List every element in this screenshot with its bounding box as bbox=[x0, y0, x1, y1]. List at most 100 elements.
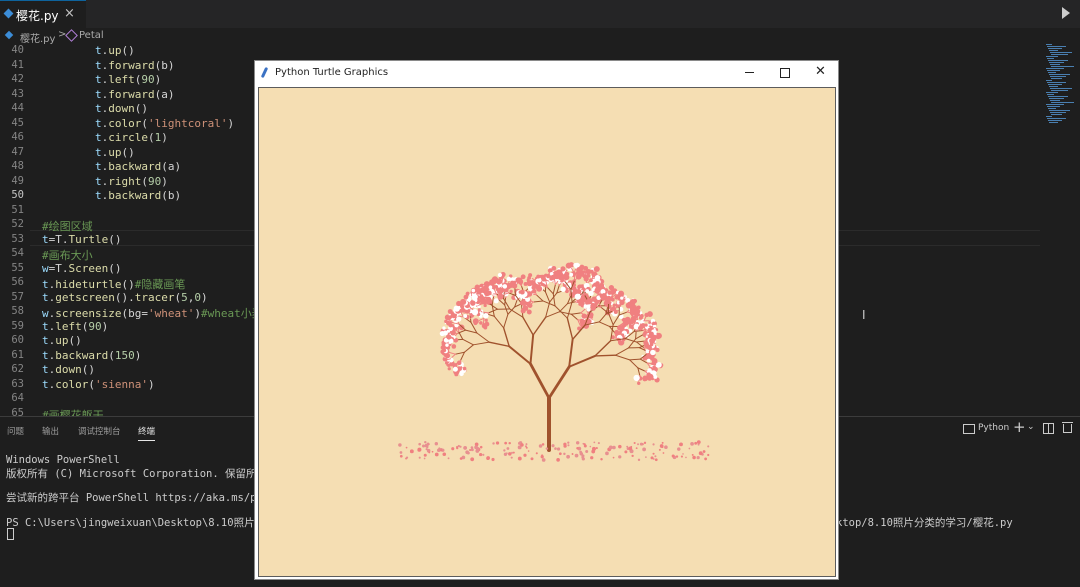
petal bbox=[496, 441, 499, 444]
petal bbox=[652, 322, 655, 325]
tab-problems[interactable]: 问题 bbox=[7, 425, 24, 437]
petal bbox=[703, 450, 706, 453]
petal bbox=[483, 299, 487, 303]
minimap-line bbox=[1051, 54, 1068, 55]
tab-debug-console[interactable]: 调试控制台 bbox=[78, 425, 121, 437]
tab-terminal[interactable]: 终端 bbox=[138, 425, 155, 441]
tree-branch bbox=[569, 356, 595, 367]
tab-cherry-py[interactable]: 樱花.py × bbox=[0, 0, 86, 28]
petal bbox=[624, 318, 630, 324]
tree-branch bbox=[489, 304, 497, 310]
breadcrumb: 樱花.py > Petal bbox=[0, 28, 1040, 44]
tree-branch bbox=[536, 295, 543, 301]
line-number: 64 bbox=[0, 392, 24, 404]
petal bbox=[638, 326, 643, 331]
minimap-line bbox=[1048, 48, 1062, 49]
petal bbox=[556, 458, 560, 462]
petal bbox=[640, 314, 644, 318]
terminal-prompt-tail: ktop/8.10照片分类的学习/樱花.py bbox=[836, 515, 1013, 530]
petal bbox=[484, 281, 490, 287]
minimize-icon[interactable] bbox=[745, 72, 754, 73]
petal bbox=[566, 455, 570, 459]
petal bbox=[638, 459, 640, 461]
code-line: t.up() bbox=[42, 146, 135, 159]
window-titlebar[interactable]: Python Turtle Graphics ✕ bbox=[255, 61, 838, 85]
petal bbox=[660, 444, 664, 448]
code-line: t.forward(a) bbox=[42, 88, 174, 101]
code-line: t.left(90) bbox=[42, 320, 108, 333]
breadcrumb-file[interactable]: 樱花.py bbox=[20, 30, 55, 45]
code-line: t.down() bbox=[42, 102, 148, 115]
minimap-line bbox=[1047, 106, 1060, 107]
petal bbox=[460, 370, 464, 374]
split-terminal-icon[interactable] bbox=[1043, 423, 1054, 434]
python-file-icon bbox=[5, 31, 13, 39]
terminal-line: Windows PowerShell bbox=[6, 454, 120, 466]
petal bbox=[483, 313, 488, 318]
tab-close-icon[interactable]: × bbox=[64, 6, 75, 21]
petal bbox=[551, 266, 556, 271]
maximize-icon[interactable] bbox=[780, 68, 790, 78]
tree-branch bbox=[523, 317, 533, 335]
close-icon[interactable]: ✕ bbox=[815, 64, 826, 79]
petal bbox=[633, 310, 639, 316]
petal bbox=[585, 450, 588, 453]
petal bbox=[410, 449, 414, 453]
terminal-type-select[interactable]: Python bbox=[978, 423, 1009, 433]
line-number: 54 bbox=[0, 247, 24, 259]
tree-branch bbox=[560, 304, 568, 312]
petal bbox=[542, 443, 545, 446]
tree-branch bbox=[595, 355, 615, 356]
petal bbox=[582, 314, 587, 319]
line-number: 62 bbox=[0, 363, 24, 375]
petal bbox=[685, 457, 687, 459]
petal bbox=[640, 443, 643, 446]
petal bbox=[648, 328, 652, 332]
petal bbox=[518, 457, 522, 461]
petal bbox=[585, 301, 588, 304]
petal bbox=[469, 449, 471, 451]
petal bbox=[565, 272, 570, 277]
petal bbox=[697, 456, 700, 459]
petal bbox=[593, 283, 597, 287]
run-icon[interactable] bbox=[1062, 7, 1070, 19]
petal bbox=[569, 273, 573, 277]
petal bbox=[618, 445, 622, 449]
petal bbox=[562, 267, 565, 270]
tree-branch bbox=[567, 302, 572, 318]
petal bbox=[654, 455, 656, 457]
code-line: t.color('lightcoral') bbox=[42, 117, 234, 130]
breadcrumb-symbol[interactable]: Petal bbox=[79, 30, 104, 41]
line-number: 49 bbox=[0, 175, 24, 187]
turtle-graphics-window: Python Turtle Graphics ✕ bbox=[254, 60, 839, 580]
petal bbox=[445, 343, 448, 346]
petal bbox=[590, 456, 593, 459]
tree-branch bbox=[616, 355, 630, 360]
tree-branch bbox=[630, 359, 641, 360]
petal bbox=[422, 444, 425, 447]
tree-branch bbox=[515, 288, 516, 295]
code-line: t.down() bbox=[42, 363, 95, 376]
petal bbox=[644, 324, 647, 327]
add-terminal-icon[interactable]: + bbox=[1013, 418, 1026, 436]
minimap-line bbox=[1046, 116, 1052, 117]
petal bbox=[451, 447, 454, 450]
petal bbox=[406, 457, 408, 459]
minimap[interactable] bbox=[1046, 44, 1072, 134]
trash-icon[interactable] bbox=[1063, 424, 1072, 433]
petal bbox=[565, 290, 569, 294]
petal bbox=[628, 446, 632, 450]
petal bbox=[607, 290, 611, 294]
text-cursor-icon: I bbox=[862, 308, 866, 322]
petal bbox=[575, 454, 579, 458]
petal bbox=[587, 308, 591, 312]
petal bbox=[504, 442, 507, 445]
petal bbox=[521, 301, 525, 305]
tree-branch bbox=[619, 312, 627, 315]
chevron-down-icon[interactable]: ⌄ bbox=[1027, 422, 1035, 432]
line-number: 56 bbox=[0, 276, 24, 288]
tab-output[interactable]: 输出 bbox=[42, 425, 59, 437]
petal bbox=[694, 442, 697, 445]
petal bbox=[463, 446, 467, 450]
petal bbox=[437, 448, 441, 452]
